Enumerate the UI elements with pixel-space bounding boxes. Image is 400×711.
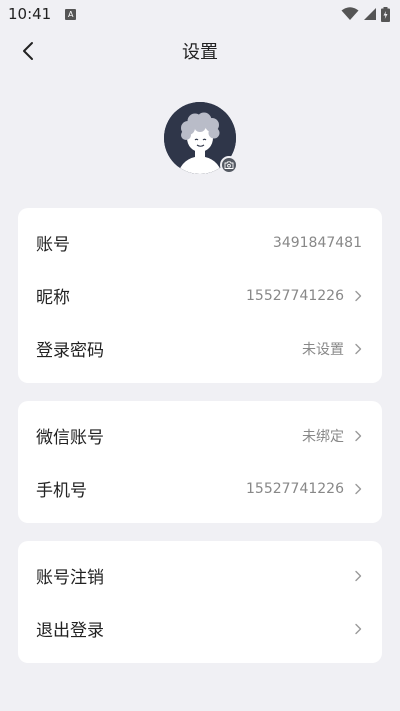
back-button[interactable]: [16, 38, 40, 64]
row-label: 登录密码: [36, 341, 104, 361]
change-avatar-button[interactable]: [220, 156, 238, 174]
chevron-right-icon: [355, 343, 362, 354]
login-password-row[interactable]: 登录密码 未设置: [18, 322, 382, 375]
row-value: 15527741226: [246, 287, 344, 304]
status-bar: 10:41 A: [0, 0, 400, 28]
wifi-icon: [341, 7, 359, 20]
app-notification-icon: A: [65, 8, 77, 20]
camera-icon: [224, 161, 234, 169]
signal-icon: [364, 8, 376, 20]
row-label: 手机号: [36, 481, 87, 501]
wechat-account-row[interactable]: 微信账号 未绑定: [18, 409, 382, 462]
account-id-row: 账号 3491847481: [18, 216, 382, 269]
nickname-row[interactable]: 昵称 15527741226: [18, 269, 382, 322]
binding-card: 微信账号 未绑定 手机号 15527741226: [18, 401, 382, 523]
row-value: 3491847481: [272, 234, 362, 251]
row-label: 昵称: [36, 288, 70, 308]
phone-number-row[interactable]: 手机号 15527741226: [18, 462, 382, 515]
row-label: 账号注销: [36, 568, 104, 588]
row-label: 退出登录: [36, 621, 104, 641]
row-value: 未绑定: [302, 428, 344, 445]
chevron-right-icon: [355, 430, 362, 441]
chevron-right-icon: [355, 570, 362, 581]
row-value: 15527741226: [246, 480, 344, 497]
chevron-right-icon: [355, 623, 362, 634]
row-value: 未设置: [302, 341, 344, 358]
status-time: 10:41: [8, 5, 52, 23]
account-card: 账号 3491847481 昵称 15527741226 登录密码 未设置: [18, 208, 382, 383]
chevron-left-icon: [23, 42, 33, 60]
page-title: 设置: [182, 42, 218, 63]
row-label: 微信账号: [36, 428, 104, 448]
battery-icon: [381, 6, 390, 22]
chevron-right-icon: [355, 483, 362, 494]
actions-card: 账号注销 退出登录: [18, 541, 382, 663]
avatar-section: [164, 102, 238, 174]
logout-row[interactable]: 退出登录: [18, 602, 382, 655]
chevron-right-icon: [355, 290, 362, 301]
nav-bar: 设置: [0, 28, 400, 74]
row-label: 账号: [36, 235, 70, 255]
deactivate-account-row[interactable]: 账号注销: [18, 549, 382, 602]
